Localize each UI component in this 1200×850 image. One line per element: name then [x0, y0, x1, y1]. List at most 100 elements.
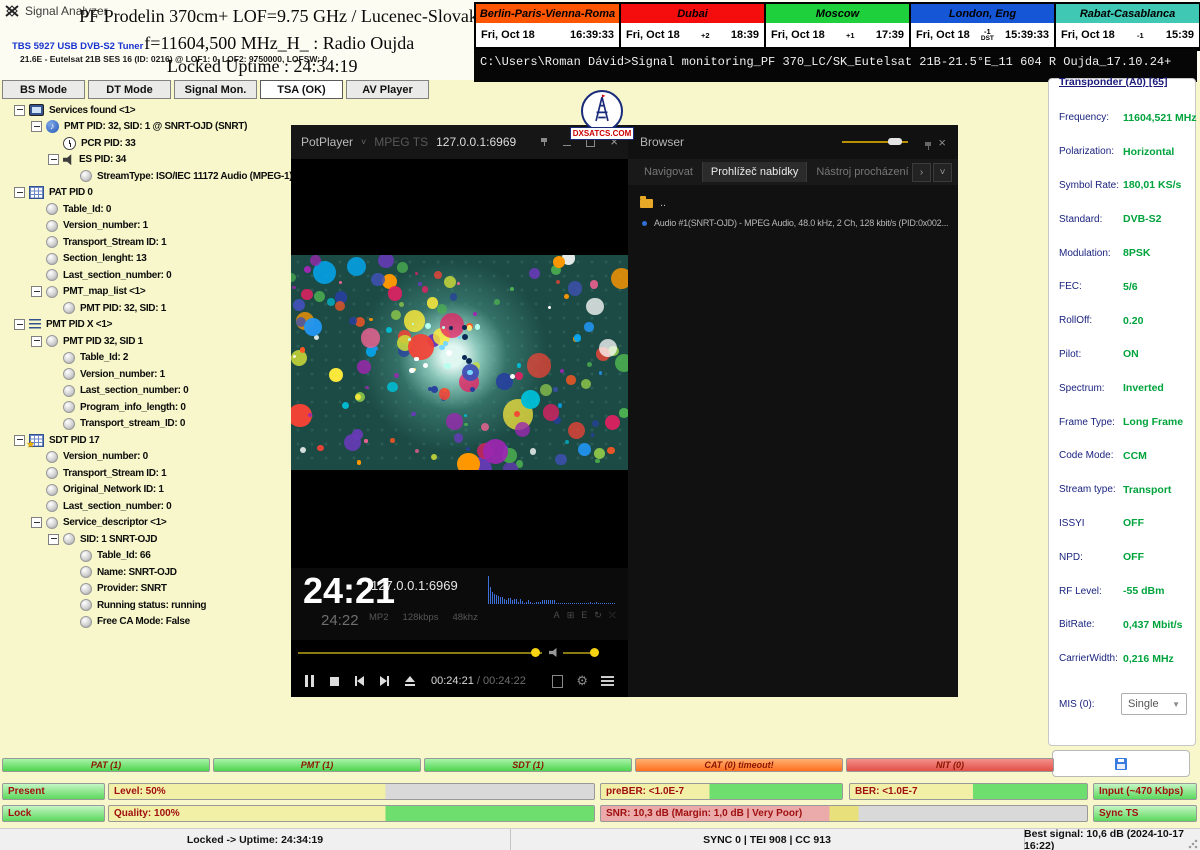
settings-gear-icon[interactable]: ⚙ — [576, 673, 588, 689]
tree-item-label: SDT PID 17 — [49, 435, 99, 446]
player-overlay-icons: A ⊞ E ↻ ⤫ — [554, 610, 616, 621]
browser-tab[interactable]: Prohlížeč nabídky — [703, 162, 806, 182]
save-button[interactable] — [1052, 750, 1190, 777]
tree-expand-toggle[interactable] — [31, 286, 42, 297]
eiffel-tower-icon — [581, 90, 623, 132]
transponder-row-value: -55 dBm — [1123, 585, 1164, 597]
close-icon[interactable]: × — [938, 135, 946, 150]
mode-button[interactable]: TSA (OK) — [260, 80, 343, 99]
seek-bar[interactable] — [298, 652, 542, 654]
tree-item[interactable]: Transport_stream_ID: 0 — [4, 416, 290, 433]
tree-item-icon — [63, 385, 75, 397]
tree-item[interactable]: Table_Id: 66 — [4, 548, 290, 565]
tree-expand-toggle[interactable] — [31, 336, 42, 347]
tree-expand-toggle[interactable] — [14, 319, 25, 330]
video-canvas[interactable] — [291, 255, 628, 470]
mode-button[interactable]: BS Mode — [2, 80, 85, 99]
tree-item[interactable]: Version_number: 0 — [4, 449, 290, 466]
folder-up-item[interactable]: .. — [628, 185, 958, 209]
tree-item[interactable]: SDT PID 17 — [4, 432, 290, 449]
mode-button[interactable]: DT Mode — [88, 80, 171, 99]
tree-item[interactable]: Table_Id: 0 — [4, 201, 290, 218]
tree-item[interactable]: PCR PID: 33 — [4, 135, 290, 152]
tree-expand-toggle[interactable] — [31, 517, 42, 528]
world-clock: Berlin-Paris-Vienna-Roma Fri, Oct 18 16:… — [476, 4, 619, 49]
page-title: PF Prodelin 370cm+ LOF=9.75 GHz / Lucene… — [75, 6, 495, 27]
seek-handle[interactable] — [531, 648, 540, 657]
audio-track-item[interactable]: Audio #1(SNRT-OJD) - MPEG Audio, 48.0 kH… — [628, 209, 958, 228]
previous-button[interactable] — [355, 676, 364, 686]
codec-item: 48khz — [452, 612, 477, 623]
resize-grip[interactable] — [1188, 839, 1198, 849]
overlay-icon[interactable]: E — [581, 610, 587, 621]
tab-scroll-button[interactable]: ˅ — [933, 163, 952, 182]
tree-expand-toggle[interactable] — [48, 534, 59, 545]
volume-handle[interactable] — [590, 648, 599, 657]
tree-item[interactable]: Program_info_length: 0 — [4, 399, 290, 416]
status-lock-uptime: Locked -> Uptime: 24:34:19 — [0, 829, 511, 850]
codec-info: MP2128kbps48khz — [369, 612, 478, 623]
menu-button[interactable] — [601, 676, 614, 686]
transponder-row-value: Long Frame — [1123, 416, 1183, 428]
minimize-icon[interactable] — [563, 145, 571, 146]
tree-item[interactable]: Last_section_number: 0 — [4, 498, 290, 515]
overlay-icon[interactable]: ⤫ — [609, 610, 616, 621]
tree-expand-toggle[interactable] — [31, 121, 42, 132]
tab-scroll-button[interactable]: › — [912, 163, 931, 182]
overlay-icon[interactable]: ⊞ — [567, 610, 575, 621]
pin-icon[interactable] — [540, 138, 548, 147]
tree-item[interactable]: Service_descriptor <1> — [4, 515, 290, 532]
browser-titlebar[interactable]: Browser × — [628, 125, 958, 159]
tree-item[interactable]: SID: 1 SNRT-OJD — [4, 531, 290, 548]
transponder-row-label: BitRate: — [1059, 619, 1123, 630]
tree-item[interactable]: Free CA Mode: False — [4, 614, 290, 631]
tree-item[interactable]: Table_Id: 2 — [4, 350, 290, 367]
open-file-button[interactable] — [405, 676, 415, 686]
tree-expand-toggle[interactable] — [14, 105, 25, 116]
tree-item[interactable]: Transport_Stream ID: 1 — [4, 465, 290, 482]
clock-datetime: Fri, Oct 18 +1 17:39 — [766, 23, 909, 47]
mis-select[interactable]: Single ▼ — [1121, 693, 1187, 715]
tree-expand-toggle[interactable] — [14, 187, 25, 198]
browser-window: Browser × NavigovatProhlížeč nabídkyNást… — [628, 125, 958, 697]
tree-item[interactable]: ES PID: 34 — [4, 152, 290, 169]
opacity-slider[interactable] — [842, 141, 908, 143]
clock-utc-offset: +1 — [846, 32, 855, 39]
tree-item[interactable]: Original_Network ID: 1 — [4, 482, 290, 499]
tree-expand-toggle[interactable] — [48, 154, 59, 165]
browser-tab[interactable]: Nástroj procházení titulků — [808, 162, 910, 182]
pause-button[interactable] — [305, 675, 314, 687]
tree-item[interactable]: Transport_Stream ID: 1 — [4, 234, 290, 251]
tree-expand-toggle[interactable] — [14, 435, 25, 446]
chevron-down-icon[interactable]: ˅ — [361, 137, 366, 147]
tuner-label: TBS 5927 USB DVB-S2 Tuner — [12, 41, 143, 52]
tree-item[interactable]: PMT PID: 32, SID: 1 @ SNRT-OJD (SNRT) — [4, 119, 290, 136]
clock-utc-offset: -1DST — [981, 28, 994, 42]
tree-item[interactable]: Services found <1> — [4, 102, 290, 119]
browser-tab[interactable]: Navigovat — [636, 162, 701, 182]
tree-item[interactable]: PAT PID 0 — [4, 185, 290, 202]
overlay-icon[interactable]: ↻ — [594, 610, 602, 621]
tree-item[interactable]: PMT PID X <1> — [4, 317, 290, 334]
mode-button[interactable]: AV Player — [346, 80, 429, 99]
stop-button[interactable] — [330, 677, 339, 686]
tree-item[interactable]: Provider: SNRT — [4, 581, 290, 598]
playlist-button[interactable] — [552, 675, 563, 688]
mis-selected-value: Single — [1128, 698, 1159, 710]
volume-icon[interactable] — [549, 648, 559, 657]
tree-item[interactable]: Last_section_number: 0 — [4, 383, 290, 400]
tree-item[interactable]: Running status: running — [4, 597, 290, 614]
mode-button[interactable]: Signal Mon. — [174, 80, 257, 99]
tree-item[interactable]: PMT PID: 32, SID: 1 — [4, 300, 290, 317]
tree-item[interactable]: PMT PID 32, SID 1 — [4, 333, 290, 350]
tree-item[interactable]: Name: SNRT-OJD — [4, 564, 290, 581]
next-button[interactable] — [380, 676, 389, 686]
overlay-icon[interactable]: A — [554, 610, 560, 621]
tree-item[interactable]: Version_number: 1 — [4, 366, 290, 383]
tree-item[interactable]: PMT_map_list <1> — [4, 284, 290, 301]
tree-item[interactable]: Version_number: 1 — [4, 218, 290, 235]
tree-item[interactable]: StreamType: ISO/IEC 11172 Audio (MPEG-1)… — [4, 168, 290, 185]
folder-up-label: .. — [660, 197, 666, 209]
tree-item[interactable]: Section_lenght: 13 — [4, 251, 290, 268]
tree-item[interactable]: Last_section_number: 0 — [4, 267, 290, 284]
